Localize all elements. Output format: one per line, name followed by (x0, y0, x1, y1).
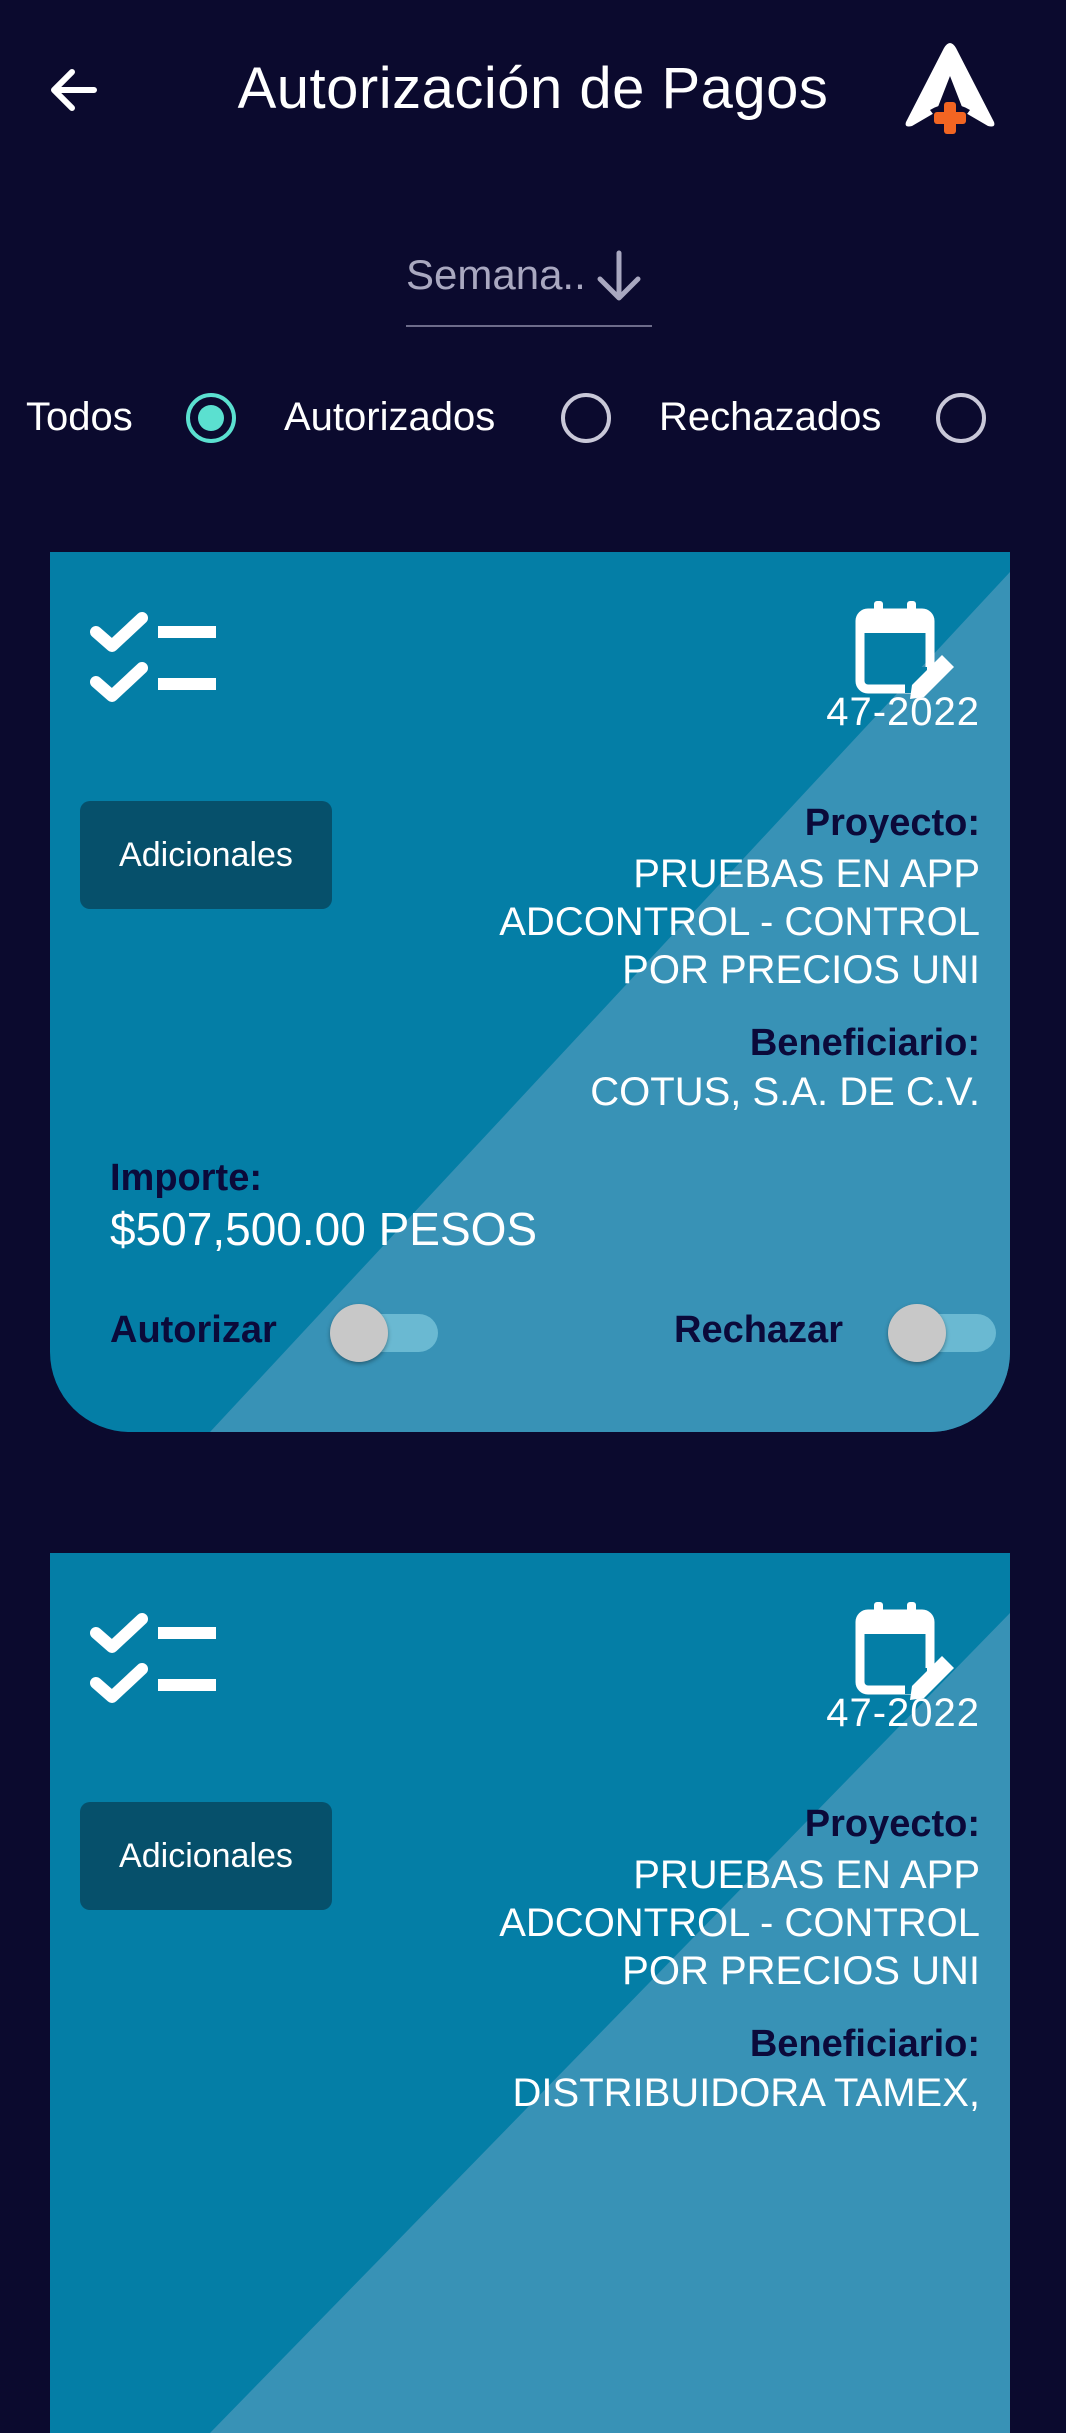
checklist-icon (90, 612, 216, 702)
project-value: PRUEBAS EN APP ADCONTROL - CONTROL POR P… (499, 852, 980, 992)
week-selector-label: Semana.. (406, 251, 586, 298)
radio-autorizados[interactable] (561, 393, 611, 443)
filter-label-rechazados: Rechazados (659, 395, 882, 439)
project-label: Proyecto: (804, 1803, 980, 1845)
authorize-toggle[interactable] (330, 1304, 440, 1362)
adicionales-button[interactable]: Adicionales (80, 1802, 332, 1910)
reject-toggle[interactable] (888, 1304, 998, 1362)
beneficiary-label: Beneficiario: (749, 2023, 980, 2065)
reject-label: Rechazar (674, 1309, 843, 1351)
filter-label-todos: Todos (26, 395, 133, 439)
week-number: 47-2022 (826, 1691, 980, 1735)
adcontrol-logo-icon (905, 43, 995, 134)
payment-card: 47-2022 Adicionales Proyecto: PRUEBAS EN… (50, 552, 1010, 1432)
beneficiary-value: DISTRIBUIDORA TAMEX, (512, 2071, 980, 2115)
arrow-down-icon (597, 250, 641, 301)
checklist-icon (90, 1613, 216, 1703)
radio-rechazados[interactable] (936, 393, 986, 443)
adicionales-button[interactable]: Adicionales (80, 801, 332, 909)
reject-toggle-thumb (888, 1304, 946, 1362)
beneficiary-label: Beneficiario: (749, 1022, 980, 1064)
week-number: 47-2022 (826, 690, 980, 734)
payment-card: 47-2022 Adicionales Proyecto: PRUEBAS EN… (50, 1553, 1010, 2433)
authorize-label: Autorizar (110, 1309, 277, 1351)
filter-label-autorizados: Autorizados (284, 395, 496, 439)
radio-todos[interactable] (186, 393, 236, 443)
amount-label: Importe: (110, 1157, 262, 1199)
project-label: Proyecto: (804, 802, 980, 844)
status-filter-group: Todos Autorizados Rechazados (0, 385, 1066, 455)
project-value: PRUEBAS EN APP ADCONTROL - CONTROL POR P… (499, 1853, 980, 1993)
week-selector[interactable]: Semana.. (406, 245, 652, 327)
beneficiary-value: COTUS, S.A. DE C.V. (590, 1070, 980, 1114)
app-header: Autorización de Pagos (0, 0, 1066, 190)
amount-value: $507,500.00 PESOS (110, 1203, 538, 1255)
authorize-toggle-thumb (330, 1304, 388, 1362)
